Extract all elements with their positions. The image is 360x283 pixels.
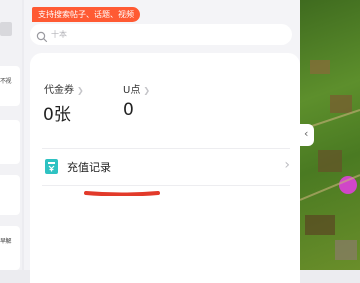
left-sidebar: 不视 早解 [0, 0, 22, 270]
search-icon [36, 28, 48, 47]
voucher-value: 0张 [43, 105, 71, 125]
recharge-record-row[interactable]: 充值记录 › [30, 150, 300, 184]
recharge-card-icon [44, 158, 59, 179]
left-card-4[interactable] [0, 226, 20, 270]
u-points-label: U点 [123, 85, 141, 96]
left-card-1[interactable] [0, 66, 20, 106]
left-label-2: 早解 [0, 238, 12, 245]
divider [42, 185, 290, 186]
voucher-label: 代金券 [44, 85, 74, 96]
chevron-left-icon: ‹ [304, 127, 309, 140]
chevron-right-icon: › [284, 157, 290, 173]
chevron-right-icon: ❯ [77, 86, 84, 95]
search-input[interactable]: 十本 [30, 24, 292, 45]
recharge-record-label: 充值记录 [67, 161, 111, 174]
left-card-2[interactable] [0, 120, 20, 164]
u-points-value: 0 [123, 100, 134, 120]
search-hint-tag: 支持搜索帖子、话题、视频 [32, 7, 140, 22]
divider [42, 148, 290, 149]
chevron-right-icon: ❯ [143, 86, 151, 95]
left-card-3[interactable] [0, 175, 20, 215]
left-blur-avatar [0, 22, 12, 36]
red-underline-annotation [84, 191, 160, 196]
u-points-link[interactable]: U点 ❯ [123, 81, 150, 96]
left-label-1: 不视 [0, 78, 12, 85]
voucher-link[interactable]: 代金券 ❯ [44, 81, 84, 96]
search-placeholder: 十本 [51, 30, 67, 39]
